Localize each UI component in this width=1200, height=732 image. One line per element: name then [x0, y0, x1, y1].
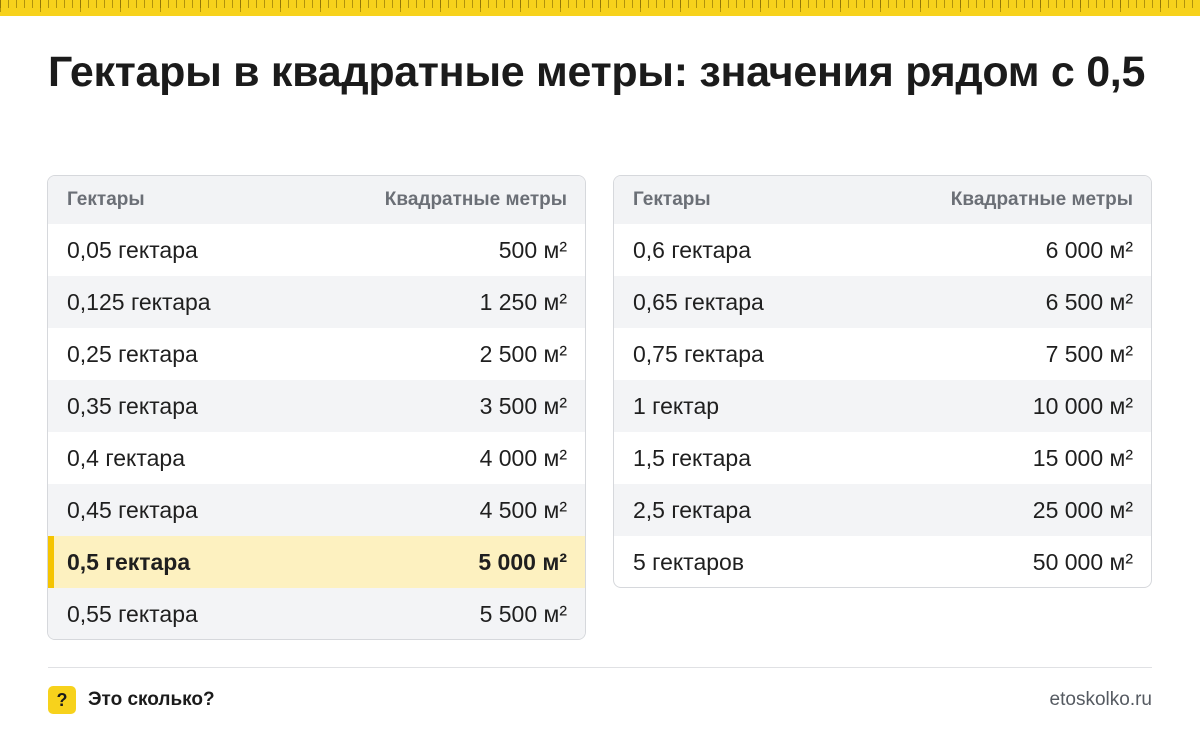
cell-hectares: 2,5 гектара	[633, 496, 752, 523]
cell-square-meters: 1 250 м²	[479, 288, 567, 315]
cell-hectares: 0,125 гектара	[67, 288, 211, 315]
table-row: 0,4 гектара 4 000 м²	[48, 432, 585, 484]
cell-hectares: 1 гектар	[633, 392, 720, 419]
cell-hectares: 1,5 гектара	[633, 444, 752, 471]
conversion-table-left: Гектары Квадратные метры 0,05 гектара 500…	[47, 175, 586, 640]
table-row: 5 гектаров 50 000 м²	[614, 536, 1151, 587]
table-header: Гектары Квадратные метры	[48, 176, 585, 224]
header-square-meters: Квадратные метры	[950, 189, 1133, 210]
cell-hectares: 5 гектаров	[633, 548, 745, 575]
cell-square-meters: 4 500 м²	[479, 496, 567, 523]
cell-hectares: 0,4 гектара	[67, 444, 186, 471]
table-row: 0,125 гектара 1 250 м²	[48, 276, 585, 328]
cell-hectares: 0,25 гектара	[67, 340, 198, 367]
header-hectares: Гектары	[67, 189, 145, 210]
table-row: 1,5 гектара 15 000 м²	[614, 432, 1151, 484]
table-row: 0,55 гектара 5 500 м²	[48, 588, 585, 639]
cell-square-meters: 6 500 м²	[1045, 288, 1133, 315]
cell-hectares: 0,5 гектара	[67, 548, 191, 575]
table-row: 0,65 гектара 6 500 м²	[614, 276, 1151, 328]
cell-hectares: 0,05 гектара	[67, 236, 198, 263]
cell-square-meters: 4 000 м²	[479, 444, 567, 471]
cell-square-meters: 7 500 м²	[1045, 340, 1133, 367]
conversion-table-right: Гектары Квадратные метры 0,6 гектара 6 00…	[613, 175, 1152, 588]
cell-hectares: 0,35 гектара	[67, 392, 198, 419]
table-row-highlighted: 0,5 гектара 5 000 м²	[48, 536, 585, 588]
ruler-major-ticks	[0, 0, 1200, 12]
site-url[interactable]: etoskolko.ru	[1050, 689, 1152, 711]
cell-hectares: 0,75 гектара	[633, 340, 764, 367]
cell-square-meters: 15 000 м²	[1032, 444, 1133, 471]
table-row: 1 гектар 10 000 м²	[614, 380, 1151, 432]
cell-square-meters: 2 500 м²	[479, 340, 567, 367]
cell-square-meters: 5 000 м²	[478, 548, 567, 575]
question-mark-icon: ?	[48, 686, 76, 714]
cell-square-meters: 50 000 м²	[1032, 548, 1133, 575]
cell-hectares: 0,45 гектара	[67, 496, 198, 523]
table-row: 2,5 гектара 25 000 м²	[614, 484, 1151, 536]
header-square-meters: Квадратные метры	[384, 189, 567, 210]
table-header: Гектары Квадратные метры	[614, 176, 1151, 224]
table-row: 0,75 гектара 7 500 м²	[614, 328, 1151, 380]
table-row: 0,05 гектара 500 м²	[48, 224, 585, 276]
page-title: Гектары в квадратные метры: значения ряд…	[48, 48, 1146, 96]
cell-square-meters: 500 м²	[498, 236, 567, 263]
table-row: 0,35 гектара 3 500 м²	[48, 380, 585, 432]
footer-divider	[48, 667, 1152, 668]
cell-hectares: 0,6 гектара	[633, 236, 752, 263]
table-row: 0,25 гектара 2 500 м²	[48, 328, 585, 380]
header-hectares: Гектары	[633, 189, 711, 210]
cell-hectares: 0,55 гектара	[67, 600, 198, 627]
table-row: 0,45 гектара 4 500 м²	[48, 484, 585, 536]
table-row: 0,6 гектара 6 000 м²	[614, 224, 1151, 276]
brand-name: Это сколько?	[88, 689, 215, 710]
cell-square-meters: 5 500 м²	[479, 600, 567, 627]
cell-square-meters: 10 000 м²	[1032, 392, 1133, 419]
cell-square-meters: 3 500 м²	[479, 392, 567, 419]
cell-square-meters: 6 000 м²	[1045, 236, 1133, 263]
cell-square-meters: 25 000 м²	[1032, 496, 1133, 523]
cell-hectares: 0,65 гектара	[633, 288, 764, 315]
